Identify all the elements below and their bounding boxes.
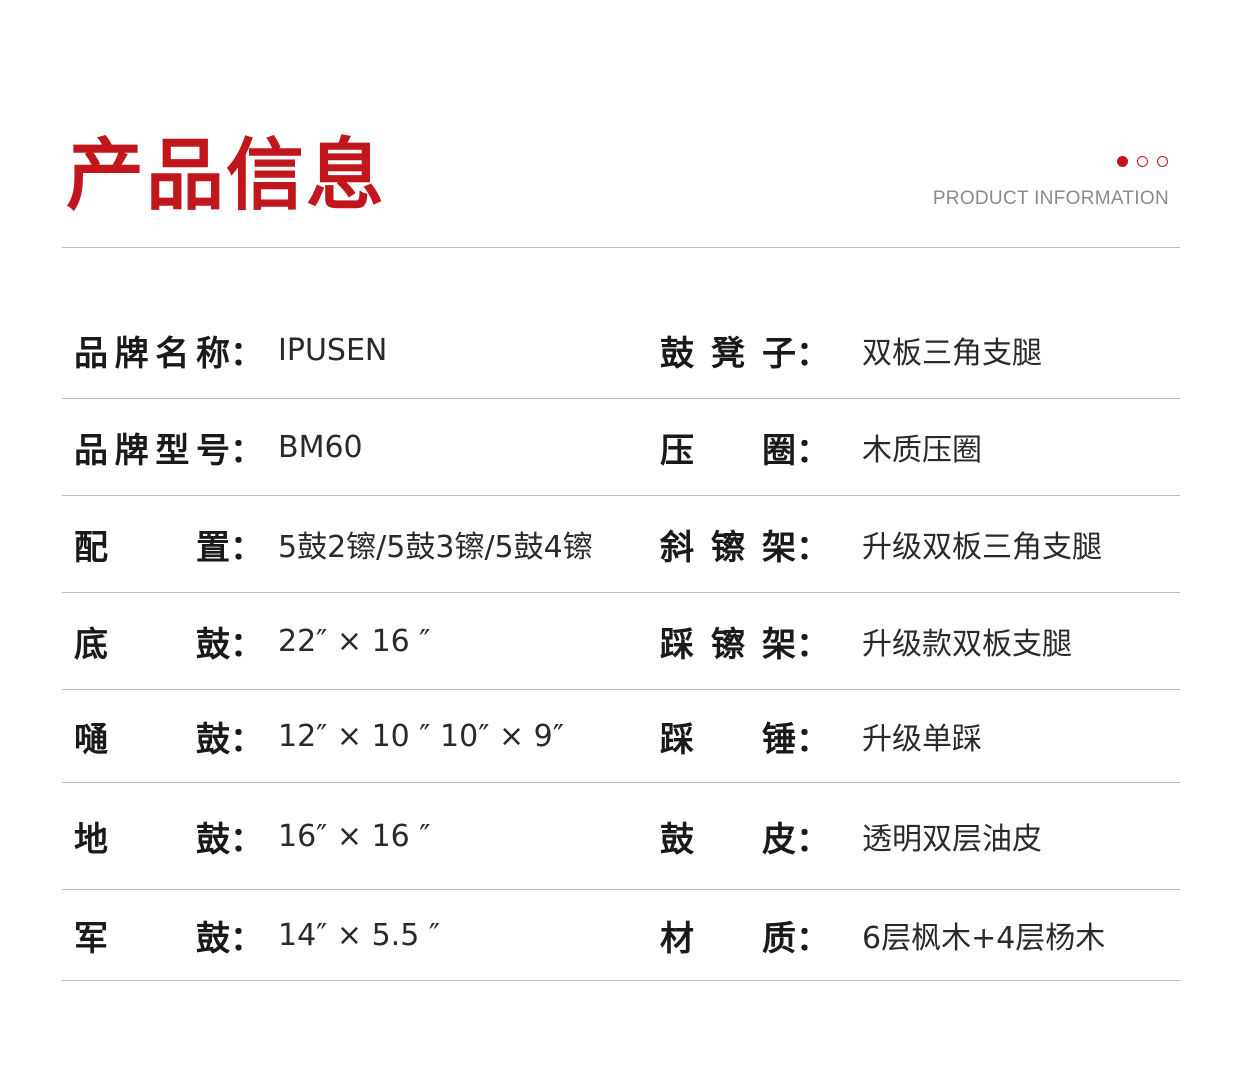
label-char: 军 bbox=[74, 918, 108, 959]
label-colon: ： bbox=[230, 430, 264, 471]
label-text: 材质 bbox=[660, 911, 796, 960]
label-text: 地鼓 bbox=[74, 812, 230, 861]
left-label: 底鼓 bbox=[74, 593, 252, 689]
left-value: 22″ × 16 ″ bbox=[278, 623, 431, 659]
label-char: 鼓 bbox=[660, 819, 694, 860]
label-colon: ： bbox=[796, 527, 830, 568]
label-char: 嗵 bbox=[74, 719, 108, 760]
pagination-dots bbox=[1117, 156, 1168, 167]
label-colon: ： bbox=[230, 819, 264, 860]
label-char: 鼓 bbox=[196, 624, 230, 665]
label-char: 镲 bbox=[711, 527, 745, 568]
left-value: 12″ × 10 ″ 10″ × 9″ bbox=[278, 718, 564, 754]
label-text: 嗵鼓 bbox=[74, 712, 230, 761]
label-char: 踩 bbox=[660, 624, 694, 665]
right-value: 透明双层油皮 bbox=[862, 822, 1042, 857]
label-colon: ： bbox=[230, 624, 264, 665]
left-label: 嗵鼓 bbox=[74, 690, 252, 782]
label-text: 底鼓 bbox=[74, 617, 230, 666]
label-char: 称 bbox=[195, 333, 230, 374]
label-colon: ： bbox=[796, 430, 830, 471]
label-char: 斜 bbox=[660, 527, 694, 568]
label-char: 型 bbox=[155, 430, 190, 471]
label-colon: ： bbox=[796, 819, 830, 860]
label-text: 军鼓 bbox=[74, 911, 230, 960]
right-value: 木质压圈 bbox=[862, 433, 982, 468]
label-char: 材 bbox=[660, 918, 694, 959]
right-value: 双板三角支腿 bbox=[862, 336, 1042, 371]
spec-row: 军鼓： 14″ × 5.5 ″ 材质： 6层枫木+4层杨木 bbox=[62, 890, 1180, 981]
label-char: 底 bbox=[74, 624, 108, 665]
label-text: 踩锤 bbox=[660, 712, 796, 761]
label-char: 架 bbox=[762, 527, 796, 568]
page-subtitle: PRODUCT INFORMATION bbox=[932, 188, 1169, 209]
left-value: IPUSEN bbox=[278, 332, 388, 368]
left-label: 品牌名称 bbox=[74, 302, 252, 398]
label-colon: ： bbox=[230, 333, 264, 374]
label-text: 配置 bbox=[74, 520, 230, 569]
label-char: 鼓 bbox=[196, 719, 230, 760]
label-text: 鼓皮 bbox=[660, 812, 796, 861]
spec-row: 地鼓： 16″ × 16 ″ 鼓皮：透明双层油皮 bbox=[62, 783, 1180, 890]
label-colon: ： bbox=[796, 333, 830, 374]
label-char: 牌 bbox=[114, 333, 149, 374]
label-char: 架 bbox=[762, 624, 796, 665]
label-char: 名 bbox=[155, 333, 190, 374]
spec-row: 嗵鼓： 12″ × 10 ″ 10″ × 9″ 踩锤：升级单踩 bbox=[62, 690, 1180, 783]
page-title: 产品信息 bbox=[66, 130, 387, 221]
label-text: 压圈 bbox=[660, 423, 796, 472]
right-value: 升级单踩 bbox=[862, 722, 982, 757]
dot-inactive-icon bbox=[1137, 156, 1148, 167]
label-char: 品 bbox=[74, 430, 108, 471]
label-char: 压 bbox=[660, 430, 694, 471]
label-char: 镲 bbox=[711, 624, 745, 665]
dot-inactive-icon bbox=[1157, 156, 1168, 167]
label-char: 牌 bbox=[114, 430, 149, 471]
label-char: 子 bbox=[762, 333, 796, 374]
label-char: 踩 bbox=[660, 719, 694, 760]
label-char: 鼓 bbox=[660, 333, 694, 374]
label-char: 配 bbox=[74, 527, 108, 568]
label-char: 质 bbox=[762, 918, 796, 959]
right-value: 升级款双板支腿 bbox=[862, 627, 1072, 662]
label-colon: ： bbox=[230, 918, 264, 959]
label-colon: ： bbox=[230, 527, 264, 568]
label-text: 鼓凳子 bbox=[660, 326, 796, 375]
label-colon: ： bbox=[796, 719, 830, 760]
label-text: 踩镲架 bbox=[660, 617, 796, 666]
label-char: 号 bbox=[195, 430, 230, 471]
left-label: 军鼓 bbox=[74, 890, 252, 980]
spec-table: 品牌名称： IPUSEN 鼓凳子：双板三角支腿品牌型号： BM60 压圈：木质压圈配置：… bbox=[62, 302, 1180, 981]
label-char: 地 bbox=[74, 819, 108, 860]
label-colon: ： bbox=[796, 624, 830, 665]
label-char: 锤 bbox=[762, 719, 796, 760]
spec-row: 品牌名称： IPUSEN 鼓凳子：双板三角支腿 bbox=[62, 302, 1180, 399]
left-label: 地鼓 bbox=[74, 783, 252, 889]
label-char: 置 bbox=[196, 527, 230, 568]
label-text: 斜镲架 bbox=[660, 520, 796, 569]
header-divider bbox=[62, 247, 1180, 248]
spec-row: 品牌型号： BM60 压圈：木质压圈 bbox=[62, 399, 1180, 496]
left-label: 配置 bbox=[74, 496, 252, 592]
left-value: 14″ × 5.5 ″ bbox=[278, 917, 441, 953]
label-char: 圈 bbox=[762, 430, 796, 471]
label-char: 鼓 bbox=[196, 819, 230, 860]
left-label: 品牌型号 bbox=[74, 399, 252, 495]
label-text: 品牌名称 bbox=[74, 326, 230, 375]
spec-row: 底鼓： 22″ × 16 ″ 踩镲架：升级款双板支腿 bbox=[62, 593, 1180, 690]
label-char: 品 bbox=[74, 333, 108, 374]
left-value: 16″ × 16 ″ bbox=[278, 818, 431, 854]
label-text: 品牌型号 bbox=[74, 423, 230, 472]
label-char: 鼓 bbox=[196, 918, 230, 959]
left-value: BM60 bbox=[278, 429, 363, 465]
label-colon: ： bbox=[230, 719, 264, 760]
right-value: 6层枫木+4层杨木 bbox=[862, 921, 1106, 956]
left-value: 5鼓2镲/5鼓3镲/5鼓4镲 bbox=[278, 530, 593, 565]
right-value: 升级双板三角支腿 bbox=[862, 530, 1102, 565]
label-char: 皮 bbox=[762, 819, 796, 860]
spec-row: 配置： 5鼓2镲/5鼓3镲/5鼓4镲斜镲架：升级双板三角支腿 bbox=[62, 496, 1180, 593]
label-colon: ： bbox=[796, 918, 830, 959]
label-char: 凳 bbox=[711, 333, 745, 374]
dot-active-icon bbox=[1117, 156, 1128, 167]
